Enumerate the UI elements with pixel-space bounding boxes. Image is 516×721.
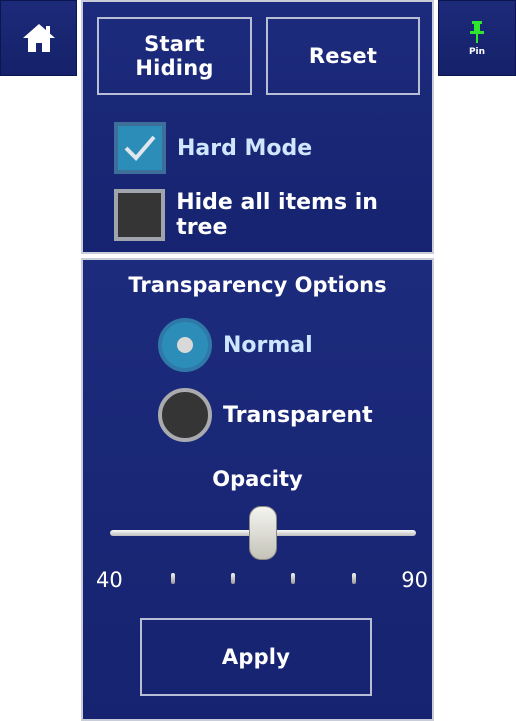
hide-all-items-checkbox-row[interactable]: Hide all items in tree xyxy=(114,189,432,241)
radio-dot xyxy=(177,337,193,353)
hide-all-items-checkbox[interactable] xyxy=(114,189,166,241)
slider-tick xyxy=(171,573,175,584)
normal-radio-row[interactable]: Normal xyxy=(158,318,313,372)
opacity-label: Opacity xyxy=(212,467,303,491)
apply-button[interactable]: Apply xyxy=(140,618,372,696)
slider-tick xyxy=(231,573,235,584)
normal-radio[interactable] xyxy=(158,318,212,372)
home-icon xyxy=(22,24,55,52)
opacity-max-label: 90 xyxy=(401,568,428,592)
hard-mode-checkbox-row[interactable]: Hard Mode xyxy=(114,122,312,174)
slider-tick xyxy=(352,573,356,584)
start-hiding-button[interactable]: Start Hiding xyxy=(97,17,252,95)
pin-label: Pin xyxy=(468,46,486,57)
reset-button[interactable]: Reset xyxy=(266,17,420,95)
pin-icon xyxy=(470,20,484,43)
opacity-min-label: 40 xyxy=(96,568,123,592)
slider-tick xyxy=(291,573,295,584)
transparent-radio[interactable] xyxy=(158,388,212,442)
transparency-panel: Transparency Options Normal Transparent … xyxy=(81,258,434,721)
hard-mode-checkbox[interactable] xyxy=(114,122,166,174)
transparency-title: Transparency Options xyxy=(128,273,387,297)
normal-label: Normal xyxy=(223,332,313,358)
transparent-label: Transparent xyxy=(223,402,373,428)
home-button[interactable] xyxy=(0,0,77,76)
hide-options-panel: Start Hiding Reset Hard Mode Hide all it… xyxy=(81,0,434,254)
pin-button[interactable]: Pin xyxy=(438,0,516,76)
opacity-slider-thumb[interactable] xyxy=(249,506,277,560)
hide-all-items-label: Hide all items in tree xyxy=(176,190,378,240)
transparent-radio-row[interactable]: Transparent xyxy=(158,388,373,442)
checkmark-icon xyxy=(124,135,156,161)
hard-mode-label: Hard Mode xyxy=(177,135,313,161)
